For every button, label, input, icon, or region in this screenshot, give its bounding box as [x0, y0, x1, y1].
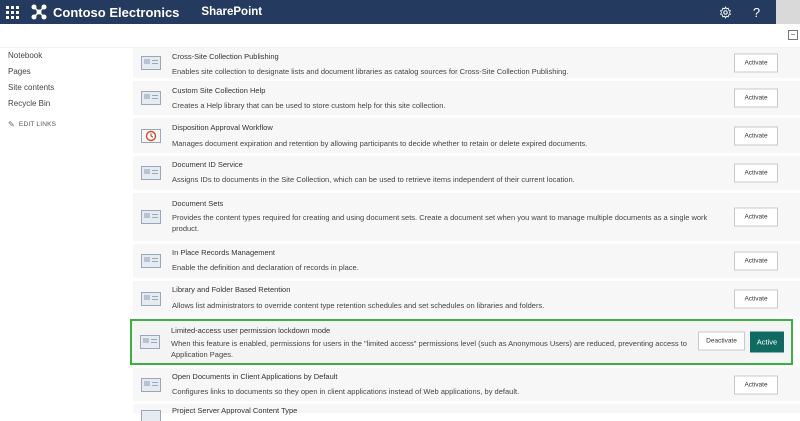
feature-icon: [141, 166, 161, 180]
nav-item-pages[interactable]: Pages: [0, 64, 128, 80]
feature-row: Project Server Approval Content Type: [133, 404, 800, 421]
feature-row: Disposition Approval Workflow Manages do…: [133, 118, 800, 156]
feature-description: Assigns IDs to documents in the Site Col…: [172, 175, 575, 184]
activate-button[interactable]: Activate: [734, 289, 778, 308]
app-name[interactable]: SharePoint: [201, 6, 262, 18]
feature-description: Enable the definition and declaration of…: [172, 263, 359, 272]
feature-description: Manages document expiration and retentio…: [172, 139, 588, 148]
nav-item-site-contents[interactable]: Site contents: [0, 80, 128, 96]
feature-title: Custom Site Collection Help: [172, 86, 266, 95]
feature-row: Document Sets Provides the content types…: [133, 193, 800, 244]
activate-button[interactable]: Activate: [734, 163, 778, 183]
feature-description: Configures links to documents so they op…: [172, 387, 520, 396]
brand[interactable]: Contoso Electronics: [30, 3, 179, 21]
feature-icon: [141, 254, 161, 268]
gear-icon[interactable]: [710, 0, 741, 24]
help-icon[interactable]: ?: [741, 0, 772, 24]
feature-description: Allows list administrators to override c…: [172, 301, 545, 310]
nav-item-notebook[interactable]: Notebook: [0, 48, 128, 64]
feature-description: When this feature is enabled, permission…: [171, 339, 687, 359]
feature-description: Enables site collection to designate lis…: [172, 67, 569, 76]
feature-row-highlighted: Limited-access user permission lockdown …: [130, 319, 793, 365]
active-status-button[interactable]: Active: [750, 331, 784, 353]
feature-title: Document Sets: [172, 199, 224, 208]
feature-description: Creates a Help library that can be used …: [172, 101, 446, 110]
activate-button[interactable]: Activate: [734, 251, 778, 271]
feature-description: Provides the content types required for …: [172, 213, 708, 233]
avatar[interactable]: [776, 0, 800, 24]
feature-row: Open Documents in Client Applications by…: [133, 368, 800, 404]
activate-button[interactable]: Activate: [734, 375, 778, 394]
activate-button[interactable]: Activate: [734, 53, 778, 73]
app-launcher-icon[interactable]: [0, 0, 24, 24]
contoso-logo-icon: [31, 4, 47, 20]
activate-button[interactable]: Activate: [734, 126, 778, 145]
feature-title: Limited-access user permission lockdown …: [171, 326, 331, 335]
workflow-icon: [141, 128, 161, 143]
feature-title: Disposition Approval Workflow: [172, 123, 273, 132]
feature-title: Document ID Service: [172, 160, 243, 169]
feature-row: Cross-Site Collection Publishing Enables…: [133, 48, 800, 81]
feature-icon: [141, 291, 161, 306]
feature-icon: [140, 335, 160, 349]
collapse-icon[interactable]: −: [788, 30, 798, 40]
feature-icon: [141, 377, 161, 392]
pencil-icon: ✎: [8, 120, 15, 129]
feature-row: Custom Site Collection Help Creates a He…: [133, 81, 800, 118]
activate-button[interactable]: Activate: [734, 88, 778, 108]
left-nav: Notebook Pages Site contents Recycle Bin…: [0, 48, 128, 129]
feature-title: In Place Records Management: [172, 248, 275, 257]
feature-row: Library and Folder Based Retention Allow…: [133, 281, 800, 319]
feature-icon: [141, 210, 161, 224]
feature-title: Library and Folder Based Retention: [172, 285, 291, 294]
feature-title: Cross-Site Collection Publishing: [172, 52, 279, 61]
feature-title: Project Server Approval Content Type: [172, 406, 298, 415]
feature-row: In Place Records Management Enable the d…: [133, 244, 800, 281]
feature-icon: [141, 56, 161, 70]
deactivate-button[interactable]: Deactivate: [698, 331, 745, 351]
feature-title: Open Documents in Client Applications by…: [172, 372, 338, 381]
feature-list: Cross-Site Collection Publishing Enables…: [130, 48, 800, 421]
nav-item-recycle-bin[interactable]: Recycle Bin: [0, 96, 128, 112]
activate-button[interactable]: Activate: [734, 207, 778, 227]
feature-row: Document ID Service Assigns IDs to docum…: [133, 156, 800, 193]
brand-name: Contoso Electronics: [53, 4, 180, 20]
feature-icon: [141, 410, 161, 421]
suite-bar: Contoso Electronics SharePoint ?: [0, 0, 800, 24]
edit-links-label: EDIT LINKS: [18, 121, 57, 128]
top-band: −: [0, 24, 800, 48]
edit-links-link[interactable]: ✎ EDIT LINKS: [0, 120, 128, 129]
feature-icon: [141, 91, 161, 105]
